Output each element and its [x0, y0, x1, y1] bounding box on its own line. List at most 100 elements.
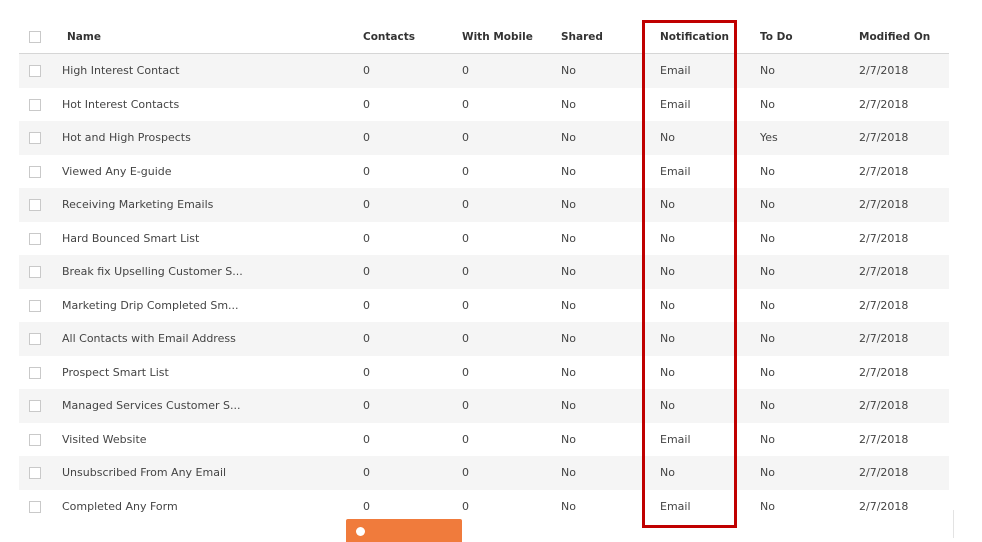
table-row[interactable]: Visited Website 0 0 No Email No 2/7/2018 [19, 422, 949, 456]
column-header-modified-on[interactable]: Modified On [859, 20, 949, 54]
row-name[interactable]: Visited Website [62, 422, 363, 456]
row-modified-on: 2/7/2018 [859, 87, 949, 121]
row-notification: No [660, 322, 760, 356]
row-name[interactable]: Hot Interest Contacts [62, 87, 363, 121]
select-all-cell [19, 20, 62, 54]
row-with-mobile: 0 [462, 456, 561, 490]
table-row[interactable]: Hard Bounced Smart List 0 0 No No No 2/7/2018 [19, 221, 949, 255]
row-checkbox[interactable] [29, 232, 41, 245]
row-name[interactable]: Marketing Drip Completed Sm... [62, 288, 363, 322]
row-contacts: 0 [363, 221, 462, 255]
row-select-cell [19, 489, 62, 523]
row-select-cell [19, 154, 62, 188]
row-name[interactable]: Viewed Any E-guide [62, 154, 363, 188]
row-with-mobile: 0 [462, 255, 561, 289]
row-name[interactable]: Unsubscribed From Any Email [62, 456, 363, 490]
row-name[interactable]: Prospect Smart List [62, 355, 363, 389]
table-row[interactable]: Receiving Marketing Emails 0 0 No No No 2/7/20… [19, 188, 949, 222]
table-row[interactable]: Break fix Upselling Customer S... 0 0 No No N… [19, 255, 949, 289]
row-notification: No [660, 288, 760, 322]
column-header-with-mobile[interactable]: With Mobile [462, 20, 561, 54]
row-with-mobile: 0 [462, 489, 561, 523]
row-notification: No [660, 456, 760, 490]
table-row[interactable]: Hot Interest Contacts 0 0 No Email No 2/7/2018 [19, 87, 949, 121]
table-row[interactable]: Marketing Drip Completed Sm... 0 0 No No No 2/… [19, 288, 949, 322]
row-modified-on: 2/7/2018 [859, 154, 949, 188]
row-checkbox[interactable] [29, 299, 41, 312]
row-with-mobile: 0 [462, 422, 561, 456]
row-checkbox[interactable] [29, 132, 41, 145]
row-checkbox[interactable] [29, 199, 41, 212]
row-checkbox[interactable] [29, 333, 41, 346]
row-checkbox[interactable] [29, 500, 41, 513]
row-notification: No [660, 121, 760, 155]
column-header-shared[interactable]: Shared [561, 20, 660, 54]
row-to-do: No [760, 355, 859, 389]
table-row[interactable]: Hot and High Prospects 0 0 No No Yes 2/7/2018 [19, 121, 949, 155]
table-row[interactable]: Unsubscribed From Any Email 0 0 No No No 2/7/2… [19, 456, 949, 490]
row-modified-on: 2/7/2018 [859, 255, 949, 289]
row-checkbox[interactable] [29, 433, 41, 446]
row-to-do: No [760, 489, 859, 523]
row-to-do: No [760, 322, 859, 356]
row-notification: Email [660, 87, 760, 121]
table-row[interactable]: Managed Services Customer S... 0 0 No No No 2/… [19, 389, 949, 423]
row-name[interactable]: All Contacts with Email Address [62, 322, 363, 356]
row-with-mobile: 0 [462, 288, 561, 322]
row-shared: No [561, 389, 660, 423]
row-to-do: No [760, 87, 859, 121]
row-select-cell [19, 221, 62, 255]
row-to-do: No [760, 422, 859, 456]
row-shared: No [561, 489, 660, 523]
table-row[interactable]: All Contacts with Email Address 0 0 No No No 2… [19, 322, 949, 356]
row-select-cell [19, 389, 62, 423]
row-contacts: 0 [363, 422, 462, 456]
row-checkbox[interactable] [29, 266, 41, 279]
row-checkbox[interactable] [29, 366, 41, 379]
row-checkbox[interactable] [29, 165, 41, 178]
column-header-notification[interactable]: Notification [660, 20, 760, 54]
row-with-mobile: 0 [462, 221, 561, 255]
row-checkbox[interactable] [29, 400, 41, 413]
row-shared: No [561, 53, 660, 88]
row-select-cell [19, 188, 62, 222]
row-name[interactable]: Receiving Marketing Emails [62, 188, 363, 222]
table-row[interactable]: High Interest Contact 0 0 No Email No 2/7/2018 [19, 53, 949, 88]
row-notification: No [660, 255, 760, 289]
row-checkbox[interactable] [29, 467, 41, 480]
row-name[interactable]: Break fix Upselling Customer S... [62, 255, 363, 289]
row-shared: No [561, 154, 660, 188]
row-shared: No [561, 288, 660, 322]
select-all-checkbox[interactable] [29, 30, 41, 43]
row-contacts: 0 [363, 355, 462, 389]
row-name[interactable]: High Interest Contact [62, 53, 363, 88]
row-modified-on: 2/7/2018 [859, 422, 949, 456]
row-shared: No [561, 188, 660, 222]
row-name[interactable]: Managed Services Customer S... [62, 389, 363, 423]
row-to-do: Yes [760, 121, 859, 155]
row-notification: No [660, 221, 760, 255]
table-row[interactable]: Completed Any Form 0 0 No Email No 2/7/2018 [19, 489, 949, 523]
row-modified-on: 2/7/2018 [859, 121, 949, 155]
row-name[interactable]: Hard Bounced Smart List [62, 221, 363, 255]
row-shared: No [561, 355, 660, 389]
row-contacts: 0 [363, 154, 462, 188]
row-name[interactable]: Completed Any Form [62, 489, 363, 523]
table-row[interactable]: Prospect Smart List 0 0 No No No 2/7/2018 [19, 355, 949, 389]
row-checkbox[interactable] [29, 98, 41, 111]
floating-action-button[interactable] [346, 519, 462, 542]
row-with-mobile: 0 [462, 53, 561, 88]
row-select-cell [19, 456, 62, 490]
row-contacts: 0 [363, 322, 462, 356]
row-modified-on: 2/7/2018 [859, 355, 949, 389]
row-contacts: 0 [363, 53, 462, 88]
column-header-contacts[interactable]: Contacts [363, 20, 462, 54]
row-contacts: 0 [363, 288, 462, 322]
table-row[interactable]: Viewed Any E-guide 0 0 No Email No 2/7/2018 [19, 154, 949, 188]
row-name[interactable]: Hot and High Prospects [62, 121, 363, 155]
row-checkbox[interactable] [29, 65, 41, 78]
row-modified-on: 2/7/2018 [859, 389, 949, 423]
row-with-mobile: 0 [462, 154, 561, 188]
column-header-name[interactable]: Name [62, 20, 363, 54]
column-header-to-do[interactable]: To Do [760, 20, 859, 54]
